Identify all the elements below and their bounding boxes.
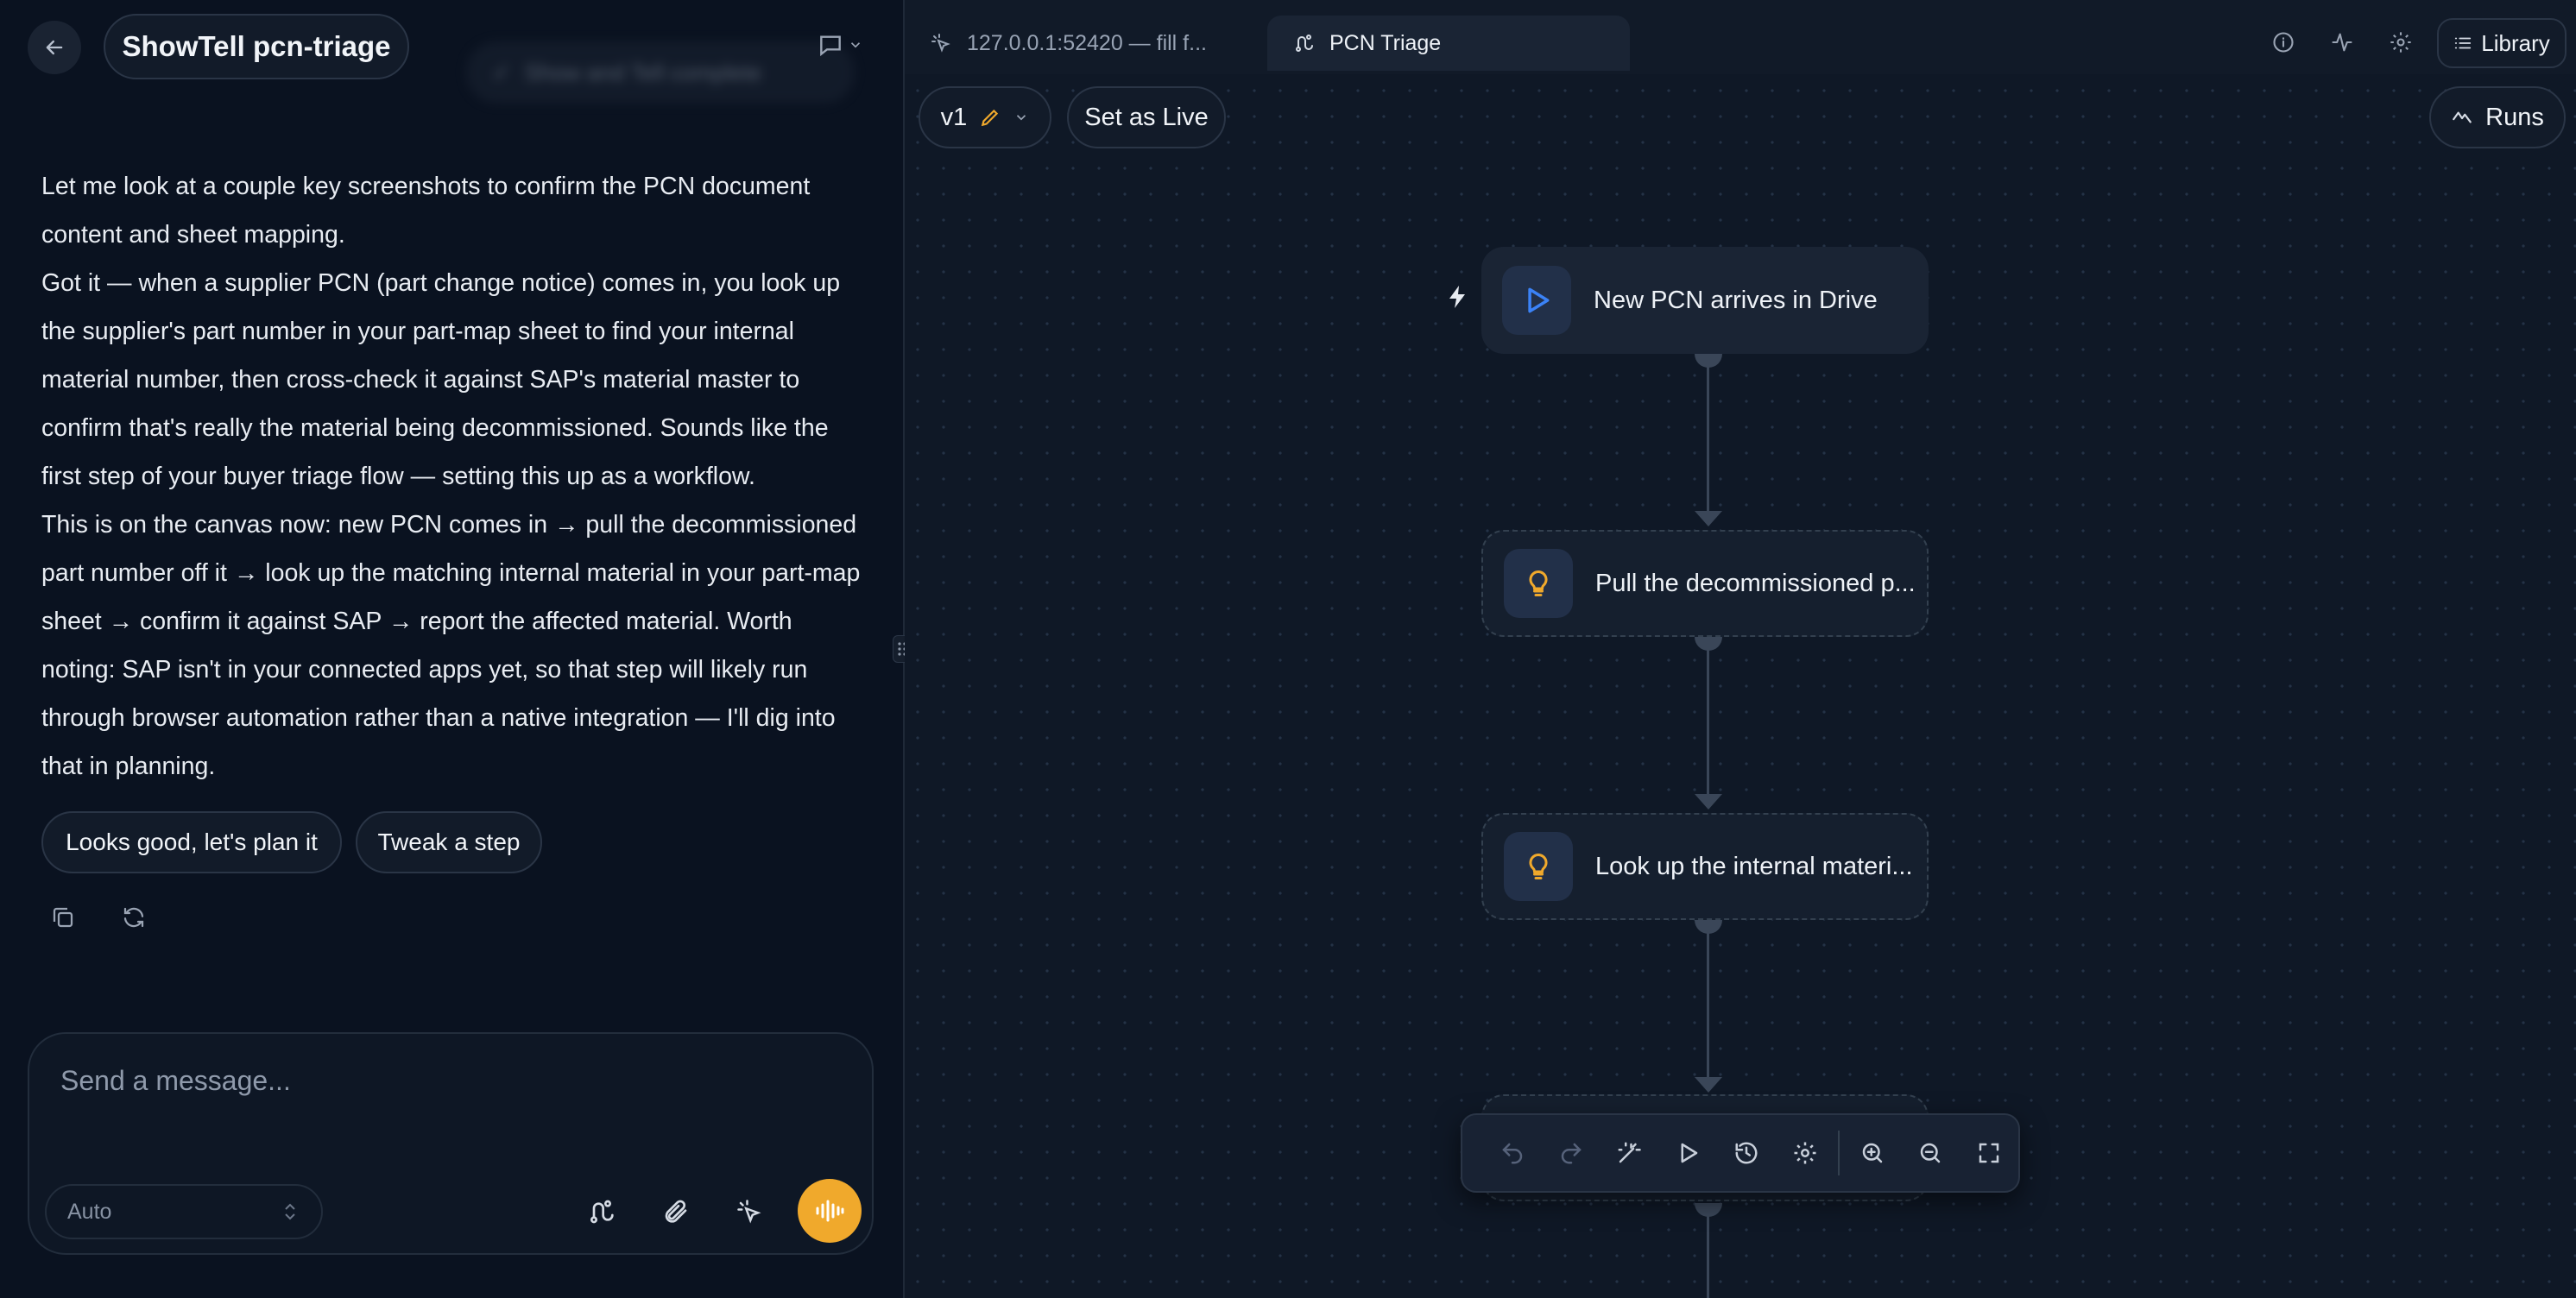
workflow-node-step-2[interactable]: Look up the internal materi... bbox=[1481, 813, 1929, 920]
workflow-node-trigger[interactable]: New PCN arrives in Drive bbox=[1481, 247, 1929, 354]
gear-icon bbox=[1794, 1142, 1816, 1164]
info-icon bbox=[2273, 32, 2294, 53]
tab-label: 127.0.0.1:52420 — fill f... bbox=[967, 30, 1207, 55]
node-label: New PCN arrives in Drive bbox=[1594, 286, 1878, 314]
list-icon bbox=[2455, 37, 2472, 49]
chat-options-button[interactable] bbox=[817, 31, 863, 59]
message-square-icon bbox=[820, 35, 841, 57]
edge-arrow bbox=[1695, 1077, 1722, 1093]
route-icon bbox=[590, 1200, 614, 1224]
message-paragraph: This is on the canvas now: new PCN comes… bbox=[41, 511, 861, 780]
refresh-icon bbox=[123, 907, 144, 928]
edge-line bbox=[1707, 362, 1709, 511]
chevron-down-icon bbox=[1017, 115, 1026, 121]
cursor-click-icon bbox=[737, 1200, 761, 1224]
version-select[interactable]: v1 bbox=[919, 86, 1051, 148]
chevron-up-down-icon bbox=[285, 1203, 295, 1220]
gear-icon bbox=[2390, 32, 2411, 53]
chat-title: ShowTell pcn-triage bbox=[104, 14, 409, 79]
edge-arrow bbox=[1695, 794, 1722, 810]
node-label: Pull the decommissioned p... bbox=[1595, 569, 1916, 597]
workflow-canvas[interactable]: 127.0.0.1:52420 — fill f... PCN Triage L… bbox=[905, 0, 2576, 1298]
model-select-value: Auto bbox=[67, 1199, 112, 1224]
waveform-icon bbox=[816, 1200, 844, 1222]
attach-button[interactable] bbox=[649, 1186, 701, 1238]
pointer-button[interactable] bbox=[723, 1186, 775, 1238]
set-live-button[interactable]: Set as Live bbox=[1067, 86, 1226, 148]
lightbulb-icon bbox=[1529, 853, 1548, 879]
edge-arrow bbox=[1695, 511, 1722, 526]
tab-label: PCN Triage bbox=[1329, 30, 1442, 55]
chat-panel: ShowTell pcn-triage ✓ Show and Tell comp… bbox=[0, 0, 903, 1298]
activity-button[interactable] bbox=[2322, 22, 2362, 62]
fit-view-button[interactable] bbox=[1960, 1124, 2018, 1182]
bolt-icon bbox=[1449, 286, 1465, 308]
play-icon bbox=[1528, 287, 1550, 313]
undo-button[interactable] bbox=[1483, 1124, 1542, 1182]
lightbulb-icon bbox=[1529, 570, 1548, 596]
node-icon-bg bbox=[1504, 832, 1573, 901]
arrow-left-icon bbox=[46, 40, 63, 55]
assistant-message: Let me look at a couple key screenshots … bbox=[41, 162, 870, 791]
message-paragraph: Let me look at a couple key screenshots … bbox=[41, 173, 811, 249]
tab-bar: 127.0.0.1:52420 — fill f... PCN Triage L… bbox=[905, 0, 2576, 74]
info-button[interactable] bbox=[2263, 22, 2303, 62]
toolbar-separator bbox=[1837, 1131, 1840, 1175]
edge-line bbox=[1707, 929, 1709, 1077]
check-icon: ✓ bbox=[492, 59, 511, 85]
chevron-down-icon bbox=[850, 42, 861, 48]
play-icon bbox=[1681, 1143, 1698, 1163]
copy-icon bbox=[53, 907, 73, 928]
regenerate-button[interactable] bbox=[121, 904, 147, 930]
magic-wand-button[interactable] bbox=[1601, 1124, 1659, 1182]
activity-icon bbox=[2332, 33, 2352, 52]
runs-label: Runs bbox=[2485, 103, 2544, 131]
runs-button[interactable]: Runs bbox=[2429, 86, 2566, 148]
run-button[interactable] bbox=[1658, 1124, 1717, 1182]
fullscreen-icon bbox=[1979, 1143, 1999, 1163]
workflow-button[interactable] bbox=[575, 1186, 627, 1238]
library-label: Library bbox=[2481, 29, 2550, 56]
undo-icon bbox=[1502, 1143, 1523, 1164]
workflow-node-step-1[interactable]: Pull the decommissioned p... bbox=[1481, 530, 1929, 637]
suggestion-tweak-button[interactable]: Tweak a step bbox=[356, 811, 542, 873]
canvas-toolbar bbox=[1461, 1113, 2020, 1193]
message-composer: Auto bbox=[28, 1032, 874, 1255]
toast-notification: ✓ Show and Tell complete bbox=[466, 41, 855, 104]
edge-line bbox=[1707, 646, 1709, 794]
message-paragraph: Got it — when a supplier PCN (part chang… bbox=[41, 269, 841, 490]
redo-button[interactable] bbox=[1542, 1124, 1601, 1182]
wand-icon bbox=[1618, 1142, 1642, 1163]
node-label: Look up the internal materi... bbox=[1595, 852, 1913, 880]
zoom-out-button[interactable] bbox=[1901, 1124, 1960, 1182]
zoom-in-button[interactable] bbox=[1843, 1124, 1902, 1182]
library-button[interactable]: Library bbox=[2437, 18, 2567, 68]
history-button[interactable] bbox=[1717, 1124, 1776, 1182]
sparkle-icon bbox=[931, 34, 950, 53]
edge-line bbox=[1707, 1212, 1709, 1298]
node-icon-bg bbox=[1502, 266, 1571, 335]
tab-browser[interactable]: 127.0.0.1:52420 — fill f... bbox=[905, 16, 1267, 71]
activity-icon bbox=[2453, 111, 2472, 123]
suggestion-plan-button[interactable]: Looks good, let's plan it bbox=[41, 811, 342, 873]
redo-icon bbox=[1561, 1143, 1582, 1164]
node-icon-bg bbox=[1504, 549, 1573, 618]
toast-text: Show and Tell complete bbox=[524, 59, 761, 85]
zoom-out-icon bbox=[1921, 1143, 1941, 1163]
message-input[interactable] bbox=[60, 1060, 751, 1101]
zoom-in-icon bbox=[1862, 1143, 1882, 1163]
voice-button[interactable] bbox=[798, 1179, 862, 1243]
paperclip-icon bbox=[665, 1200, 687, 1223]
version-label: v1 bbox=[940, 103, 968, 131]
canvas-settings-button[interactable] bbox=[1776, 1124, 1834, 1182]
tab-pcn-triage[interactable]: PCN Triage bbox=[1267, 16, 1630, 71]
route-icon bbox=[1296, 35, 1313, 52]
back-button[interactable] bbox=[28, 21, 81, 74]
pencil-icon bbox=[982, 109, 999, 127]
history-icon bbox=[1735, 1142, 1758, 1164]
settings-button[interactable] bbox=[2381, 22, 2421, 62]
copy-button[interactable] bbox=[50, 904, 76, 930]
model-select[interactable]: Auto bbox=[45, 1184, 323, 1239]
